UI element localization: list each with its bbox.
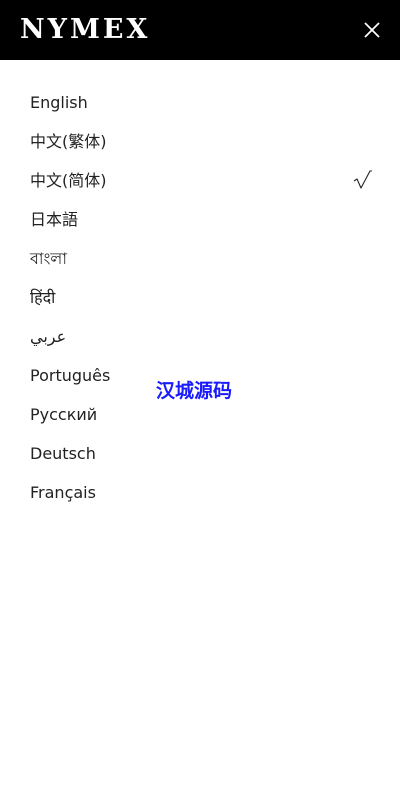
- language-item-french[interactable]: Français: [0, 473, 400, 512]
- language-label: Français: [30, 483, 96, 502]
- selected-check-icon: [353, 169, 373, 191]
- language-label: عربي: [30, 327, 67, 346]
- language-label: 中文(繁体): [30, 132, 107, 151]
- language-item-chinese-simplified[interactable]: 中文(简体): [0, 161, 400, 200]
- language-item-arabic[interactable]: عربي: [0, 317, 400, 356]
- language-label: English: [30, 93, 88, 112]
- language-item-hindi[interactable]: हिंदी: [0, 278, 400, 317]
- language-item-chinese-traditional[interactable]: 中文(繁体): [0, 122, 400, 161]
- language-label: বাংলা: [30, 249, 67, 268]
- language-list: English 中文(繁体) 中文(简体) 日本語 বাংলা हिंदी عر…: [0, 83, 400, 512]
- language-label: Deutsch: [30, 444, 96, 463]
- header-bar: NYMEX: [0, 0, 400, 60]
- language-item-english[interactable]: English: [0, 83, 400, 122]
- language-label: 中文(简体): [30, 171, 107, 190]
- language-item-german[interactable]: Deutsch: [0, 434, 400, 473]
- watermark-text: 汉城源码: [156, 380, 233, 402]
- nymex-logo[interactable]: NYMEX: [20, 13, 150, 47]
- language-label: हिंदी: [30, 288, 56, 307]
- language-label: 日本語: [30, 210, 79, 229]
- close-button[interactable]: [356, 14, 388, 46]
- language-item-bengali[interactable]: বাংলা: [0, 239, 400, 278]
- language-item-japanese[interactable]: 日本語: [0, 200, 400, 239]
- close-icon: [364, 22, 380, 38]
